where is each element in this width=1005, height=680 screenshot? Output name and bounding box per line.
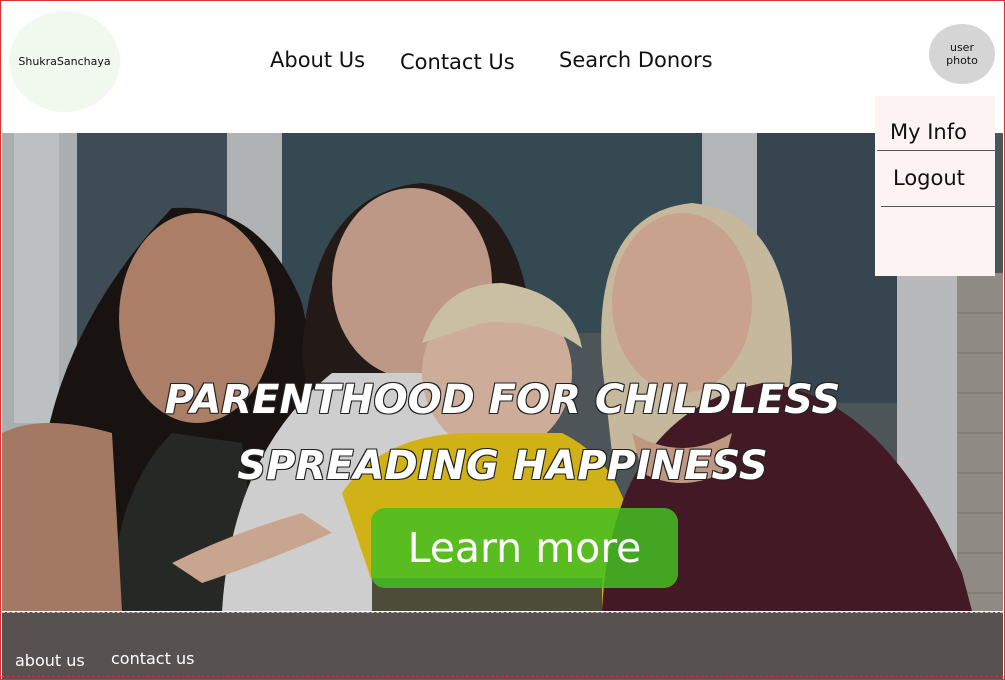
footer-contact-us-link[interactable]: contact us <box>111 649 194 668</box>
hero-headline-line1: PARENTHOOD FOR CHILDLESS <box>164 376 841 424</box>
footer-about-us-link[interactable]: about us <box>15 651 85 670</box>
hero-headline-line2: SPREADING HAPPINESS <box>237 442 769 490</box>
user-avatar[interactable]: user photo <box>929 24 995 84</box>
avatar-placeholder-text: user photo <box>946 41 978 67</box>
menu-divider <box>877 150 995 151</box>
menu-divider <box>881 206 995 207</box>
user-dropdown-menu: My Info Logout <box>875 96 995 276</box>
nav-about-us[interactable]: About Us <box>270 48 365 72</box>
menu-item-logout[interactable]: Logout <box>893 166 965 190</box>
learn-more-button[interactable]: Learn more <box>371 508 678 588</box>
avatar-text-line2: photo <box>946 54 978 67</box>
footer: about us contact us <box>2 612 1003 679</box>
menu-item-my-info[interactable]: My Info <box>890 120 967 144</box>
footer-divider <box>2 676 1003 677</box>
brand-logo[interactable]: ShukraSanchaya <box>9 11 120 112</box>
nav-search-donors[interactable]: Search Donors <box>559 48 713 72</box>
avatar-text-line1: user <box>949 41 974 54</box>
nav-contact-us[interactable]: Contact Us <box>400 50 515 74</box>
brand-name: ShukraSanchaya <box>18 55 111 68</box>
